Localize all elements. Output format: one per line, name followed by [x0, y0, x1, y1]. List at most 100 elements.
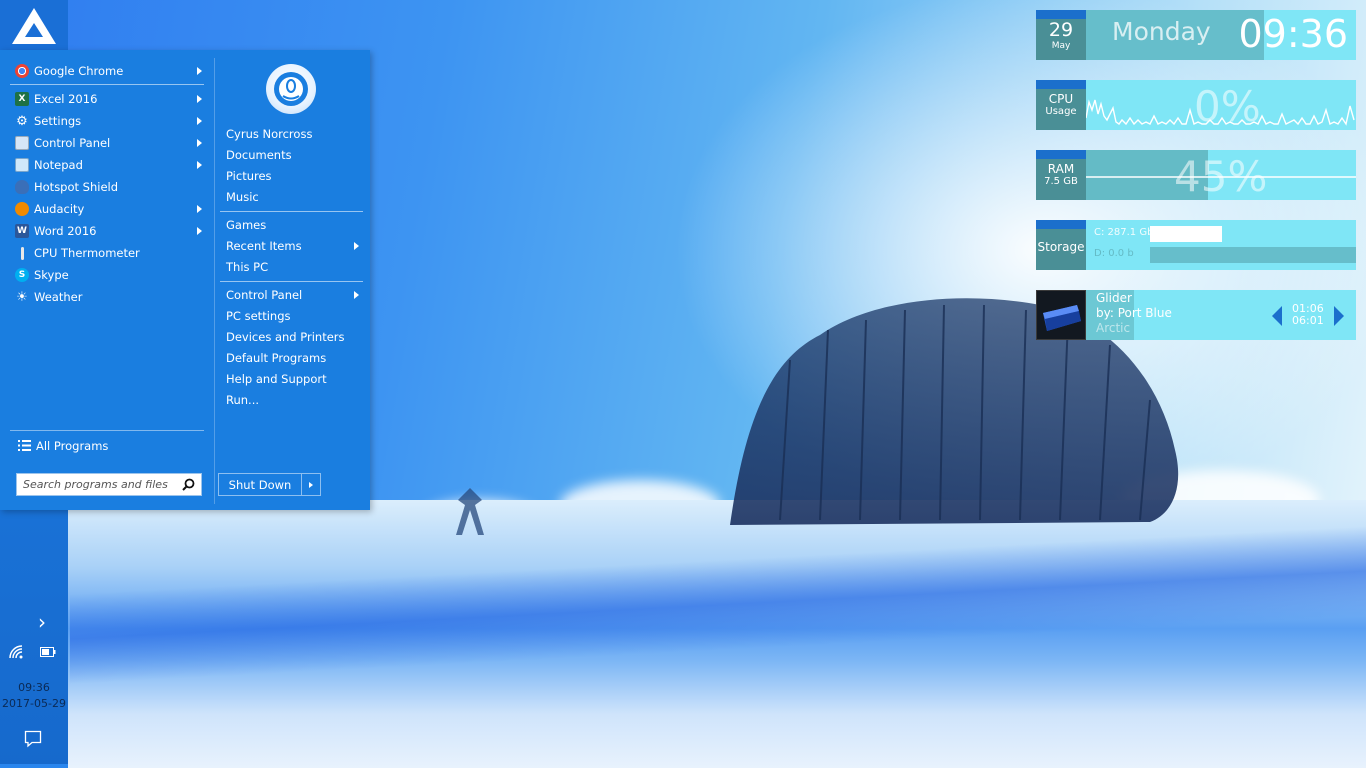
user-emblem-icon	[274, 72, 308, 106]
program-label: Skype	[34, 268, 69, 282]
places-games[interactable]: Games	[226, 215, 266, 235]
program-item-audacity[interactable]: Audacity	[8, 198, 206, 220]
album-art[interactable]	[1036, 290, 1086, 340]
date-tile: 29 May	[1036, 10, 1086, 60]
places-separator	[220, 281, 363, 282]
cpu-body: 0%	[1086, 80, 1356, 130]
places-run[interactable]: Run...	[226, 390, 259, 410]
previous-track-icon[interactable]	[1272, 306, 1282, 326]
drive-c-label: C: 287.1 Gb	[1094, 227, 1154, 238]
program-label: Weather	[34, 290, 83, 304]
chevron-right-icon[interactable]: ›	[38, 610, 46, 634]
places-recent-items[interactable]: Recent Items	[226, 236, 366, 256]
date-time-widget[interactable]: 29 May Monday 09:36	[1036, 10, 1356, 60]
control-panel-icon	[15, 136, 29, 150]
user-name-link[interactable]: Cyrus Norcross	[226, 124, 312, 144]
taskbar-bottom-strip	[0, 764, 68, 768]
submenu-arrow-icon	[197, 161, 202, 169]
program-item-hotspot-shield[interactable]: Hotspot Shield	[8, 176, 206, 198]
shutdown-split	[301, 474, 302, 495]
program-label: Word 2016	[34, 224, 97, 238]
audacity-icon	[15, 202, 29, 216]
cpu-tile: CPU Usage	[1036, 80, 1086, 130]
program-label: Excel 2016	[34, 92, 98, 106]
submenu-arrow-icon	[197, 205, 202, 213]
cpu-label: CPU	[1048, 92, 1074, 106]
program-item-word[interactable]: W Word 2016	[8, 220, 206, 242]
places-label: Control Panel	[226, 288, 303, 302]
excel-icon: X	[15, 92, 29, 106]
cpu-widget[interactable]: CPU Usage 0%	[1036, 80, 1356, 130]
submenu-arrow-icon	[354, 291, 359, 299]
storage-label: Storage	[1037, 240, 1085, 254]
next-track-icon[interactable]	[1334, 306, 1344, 326]
start-button[interactable]	[0, 0, 68, 50]
user-avatar[interactable]	[266, 64, 316, 114]
program-item-excel[interactable]: X Excel 2016	[8, 88, 206, 110]
shutdown-label: Shut Down	[228, 477, 292, 492]
program-separator	[10, 84, 204, 85]
music-widget[interactable]: Glider by: Port Blue Arctic 01:06 06:01	[1036, 290, 1356, 340]
taskbar-date[interactable]: 2017-05-29	[0, 697, 68, 710]
taskbar-time[interactable]: 09:36	[0, 681, 68, 694]
places-label: Recent Items	[226, 239, 302, 253]
shutdown-button[interactable]: Shut Down	[218, 473, 321, 496]
chrome-icon	[15, 64, 29, 78]
battery-icon[interactable]	[40, 647, 56, 657]
search-input[interactable]: Search programs and files	[16, 473, 202, 496]
places-pc-settings[interactable]: PC settings	[226, 306, 290, 326]
places-documents[interactable]: Documents	[226, 145, 292, 165]
places-music[interactable]: Music	[226, 187, 259, 207]
menu-divider	[214, 58, 215, 504]
submenu-arrow-icon	[197, 139, 202, 147]
program-item-chrome[interactable]: Google Chrome	[8, 60, 206, 82]
skype-icon: S	[15, 268, 29, 282]
program-label: Audacity	[34, 202, 85, 216]
ram-sublabel: 7.5 GB	[1044, 176, 1078, 187]
thermometer-icon	[15, 246, 29, 260]
places-separator	[220, 211, 363, 212]
weekday-label: Monday	[1112, 17, 1211, 46]
date-day: 29	[1048, 19, 1074, 41]
music-body: Glider by: Port Blue Arctic 01:06 06:01	[1086, 290, 1356, 340]
program-item-settings[interactable]: ⚙ Settings	[8, 110, 206, 132]
places-control-panel[interactable]: Control Panel	[226, 285, 366, 305]
start-logo-icon	[12, 8, 56, 44]
program-label: CPU Thermometer	[34, 246, 140, 260]
shutdown-options-arrow-icon[interactable]	[309, 481, 313, 488]
storage-widget[interactable]: Storage C: 287.1 Gb D: 0.0 b	[1036, 220, 1356, 270]
cpu-sublabel: Usage	[1045, 106, 1077, 117]
program-item-control-panel[interactable]: Control Panel	[8, 132, 206, 154]
list-icon	[18, 440, 31, 451]
search-placeholder: Search programs and files	[23, 478, 168, 491]
places-default-programs[interactable]: Default Programs	[226, 348, 326, 368]
all-programs-separator	[10, 430, 204, 431]
places-this-pc[interactable]: This PC	[226, 257, 268, 277]
drive-d-usage-bar	[1150, 247, 1356, 263]
drive-c-usage-bar	[1150, 226, 1222, 242]
search-icon[interactable]	[182, 478, 195, 491]
program-item-skype[interactable]: S Skype	[8, 264, 206, 286]
track-artist: by: Port Blue	[1096, 306, 1172, 320]
program-item-notepad[interactable]: Notepad	[8, 154, 206, 176]
shield-icon	[15, 180, 29, 194]
ram-percent: 45%	[1174, 152, 1268, 200]
program-item-weather[interactable]: ☀ Weather	[8, 286, 206, 308]
wifi-icon[interactable]	[9, 645, 25, 659]
date-month: May	[1051, 41, 1071, 51]
places-pictures[interactable]: Pictures	[226, 166, 272, 186]
cpu-percent: 0%	[1194, 82, 1261, 130]
places-devices-printers[interactable]: Devices and Printers	[226, 327, 345, 347]
track-album: Arctic	[1096, 321, 1131, 335]
clock-time: 09:36	[1238, 12, 1348, 56]
track-title: Glider	[1096, 291, 1132, 305]
notification-icon[interactable]	[24, 730, 42, 748]
places-help-support[interactable]: Help and Support	[226, 369, 327, 389]
all-programs-button[interactable]: All Programs	[10, 435, 204, 457]
ram-widget[interactable]: RAM 7.5 GB 45%	[1036, 150, 1356, 200]
program-label: Google Chrome	[34, 64, 124, 78]
drive-d-label: D: 0.0 b	[1094, 248, 1134, 259]
storage-body: C: 287.1 Gb D: 0.0 b	[1086, 220, 1356, 270]
notepad-icon	[15, 158, 29, 172]
program-item-cpu-thermometer[interactable]: CPU Thermometer	[8, 242, 206, 264]
